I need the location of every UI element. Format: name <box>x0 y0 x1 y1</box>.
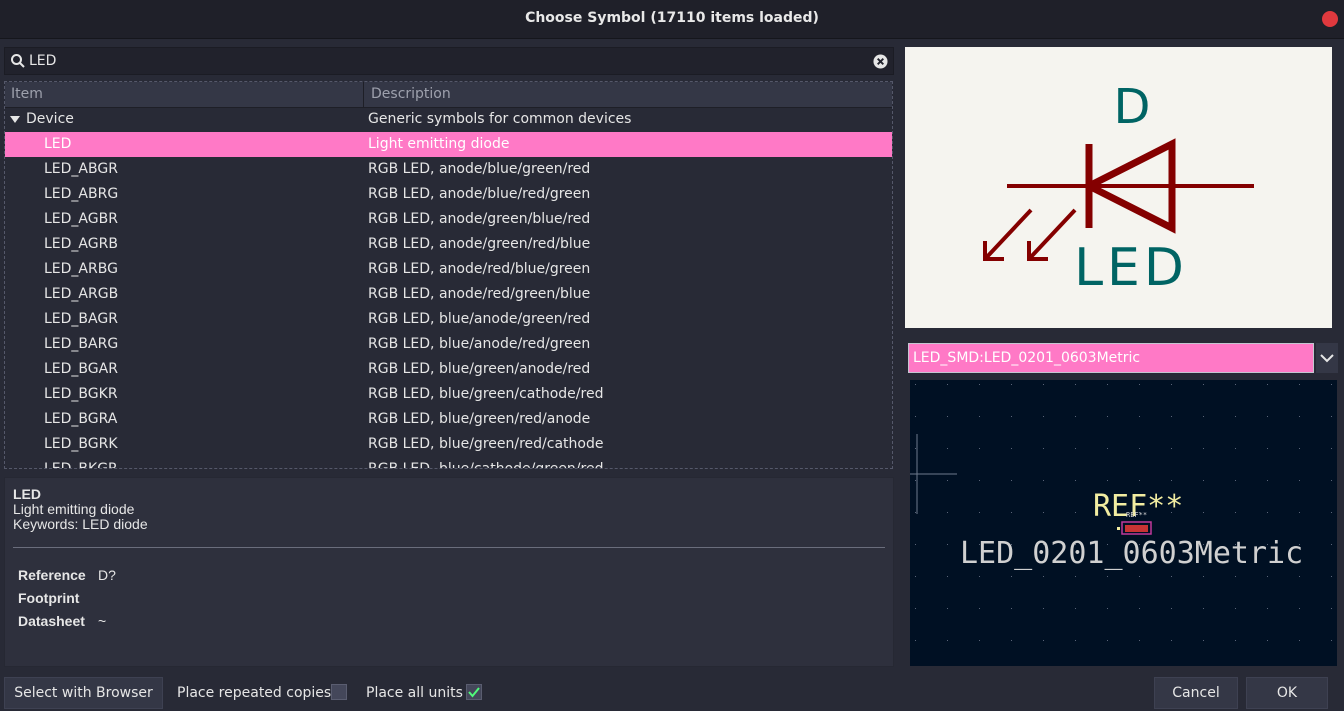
row-description: RGB LED, anode/green/red/blue <box>368 236 591 252</box>
group-name: Device <box>26 111 74 127</box>
row-description: RGB LED, anode/red/blue/green <box>368 261 591 277</box>
symbol-value-text: LED <box>1074 238 1188 298</box>
row-description: RGB LED, anode/green/blue/red <box>368 211 591 227</box>
details-name: LED <box>13 486 41 502</box>
chevron-down-icon <box>1320 354 1334 363</box>
row-item-name: LED_BGKR <box>44 386 118 402</box>
row-item-name: LED_BGAR <box>44 361 118 377</box>
row-item-name: LED_BARG <box>44 336 119 352</box>
reference-label: Reference <box>18 567 86 583</box>
datasheet-field: Datasheet ~ <box>18 613 106 629</box>
row-description: RGB LED, blue/green/cathode/red <box>368 386 604 402</box>
footprint-preview: REF** REF** LED_0201_0603Metric <box>910 380 1337 666</box>
column-header-description[interactable]: Description <box>371 86 451 102</box>
footprint-canvas: REF** REF** LED_0201_0603Metric <box>910 384 1332 641</box>
row-item-name: LED_ARGB <box>44 286 119 302</box>
search-input[interactable]: LED <box>29 53 56 69</box>
row-item-name: LED_ABRG <box>44 186 119 202</box>
ok-button[interactable]: OK <box>1246 677 1328 709</box>
tree-row[interactable]: LED_ABRG RGB LED, anode/blue/red/green <box>5 182 892 207</box>
tree-row[interactable]: LED_ABGR RGB LED, anode/blue/green/red <box>5 157 892 182</box>
check-icon <box>468 687 480 698</box>
row-description: RGB LED, blue/green/anode/red <box>368 361 591 377</box>
tree-header: Item Description <box>5 82 892 108</box>
title-bar: Choose Symbol (17110 items loaded) <box>0 0 1344 39</box>
footprint-label: Footprint <box>18 590 80 606</box>
footprint-selected-value: LED_SMD:LED_0201_0603Metric <box>913 350 1141 366</box>
symbol-preview: D LED <box>905 47 1332 328</box>
tree-row[interactable]: LED_BGAR RGB LED, blue/green/anode/red <box>5 357 892 382</box>
tree-row[interactable]: LED_ARBG RGB LED, anode/red/blue/green <box>5 257 892 282</box>
symbol-reference-text: D <box>1114 79 1151 135</box>
row-item-name: LED_ABGR <box>44 161 118 177</box>
reference-value: D? <box>98 567 116 583</box>
expand-arrow-icon[interactable] <box>10 116 20 123</box>
footprint-small-ref-text: REF** <box>1126 511 1147 519</box>
tree-row[interactable]: LED_BGKR RGB LED, blue/green/cathode/red <box>5 382 892 407</box>
footprint-name-text: LED_0201_0603Metric <box>960 536 1303 571</box>
datasheet-value[interactable]: ~ <box>98 613 106 629</box>
symbol-tree[interactable]: Item Description Device Generic symbols … <box>4 81 893 469</box>
tree-row[interactable]: LED Light emitting diode <box>5 132 892 157</box>
tree-row[interactable]: LED_AGBR RGB LED, anode/green/blue/red <box>5 207 892 232</box>
search-icon <box>11 54 25 68</box>
row-description: RGB LED, blue/green/red/anode <box>368 411 591 427</box>
cancel-button[interactable]: Cancel <box>1154 677 1238 709</box>
group-description: Generic symbols for common devices <box>368 111 632 127</box>
row-description: RGB LED, blue/cathode/green/red <box>368 461 604 469</box>
row-item-name: LED_BAGR <box>44 311 118 327</box>
symbol-details-panel: LED Light emitting diode Keywords: LED d… <box>4 477 894 667</box>
tree-row[interactable]: LED_BAGR RGB LED, blue/anode/green/red <box>5 307 892 332</box>
close-icon[interactable] <box>1322 11 1338 27</box>
details-description: Light emitting diode <box>13 501 135 517</box>
row-description: RGB LED, blue/green/red/cathode <box>368 436 604 452</box>
row-description: RGB LED, anode/red/green/blue <box>368 286 591 302</box>
row-item-name: LED <box>44 136 72 152</box>
tree-row[interactable]: LED_BARG RGB LED, blue/anode/red/green <box>5 332 892 357</box>
row-item-name: LED_ARBG <box>44 261 118 277</box>
divider <box>13 547 885 548</box>
row-description: RGB LED, blue/anode/red/green <box>368 336 591 352</box>
row-item-name: LED_AGRB <box>44 236 118 252</box>
clear-search-icon[interactable] <box>873 54 888 69</box>
details-keywords: Keywords: LED diode <box>13 516 148 532</box>
place-all-units-label: Place all units <box>366 685 463 701</box>
row-description: RGB LED, blue/anode/green/red <box>368 311 591 327</box>
datasheet-label: Datasheet <box>18 613 85 629</box>
tree-row[interactable]: LED_BKGR RGB LED, blue/cathode/green/red <box>5 457 892 469</box>
column-divider[interactable] <box>363 82 364 107</box>
place-repeated-copies-checkbox[interactable] <box>331 684 347 700</box>
place-repeated-copies-label: Place repeated copies <box>177 685 332 701</box>
tree-row[interactable]: LED_ARGB RGB LED, anode/red/green/blue <box>5 282 892 307</box>
tree-group-device[interactable]: Device Generic symbols for common device… <box>5 107 892 132</box>
row-item-name: LED_AGBR <box>44 211 118 227</box>
row-description: RGB LED, anode/blue/red/green <box>368 186 591 202</box>
column-header-item[interactable]: Item <box>11 86 43 102</box>
select-with-browser-button[interactable]: Select with Browser <box>4 677 163 709</box>
row-description: Light emitting diode <box>368 136 510 152</box>
footprint-dropdown-button[interactable] <box>1316 343 1338 373</box>
row-item-name: LED_BKGR <box>44 461 118 469</box>
tree-row[interactable]: LED_AGRB RGB LED, anode/green/red/blue <box>5 232 892 257</box>
footprint-field: Footprint <box>18 590 98 606</box>
tree-row[interactable]: LED_BGRK RGB LED, blue/green/red/cathode <box>5 432 892 457</box>
window-title: Choose Symbol (17110 items loaded) <box>525 10 819 26</box>
tree-row[interactable]: LED_BGRA RGB LED, blue/green/red/anode <box>5 407 892 432</box>
row-description: RGB LED, anode/blue/green/red <box>368 161 591 177</box>
reference-field: Reference D? <box>18 567 116 583</box>
place-all-units-checkbox[interactable] <box>466 684 482 700</box>
row-item-name: LED_BGRK <box>44 436 118 452</box>
search-box[interactable]: LED <box>4 47 894 75</box>
footprint-selector[interactable]: LED_SMD:LED_0201_0603Metric <box>908 343 1314 373</box>
row-item-name: LED_BGRA <box>44 411 118 427</box>
led-symbol-drawing: D LED <box>983 79 1254 298</box>
